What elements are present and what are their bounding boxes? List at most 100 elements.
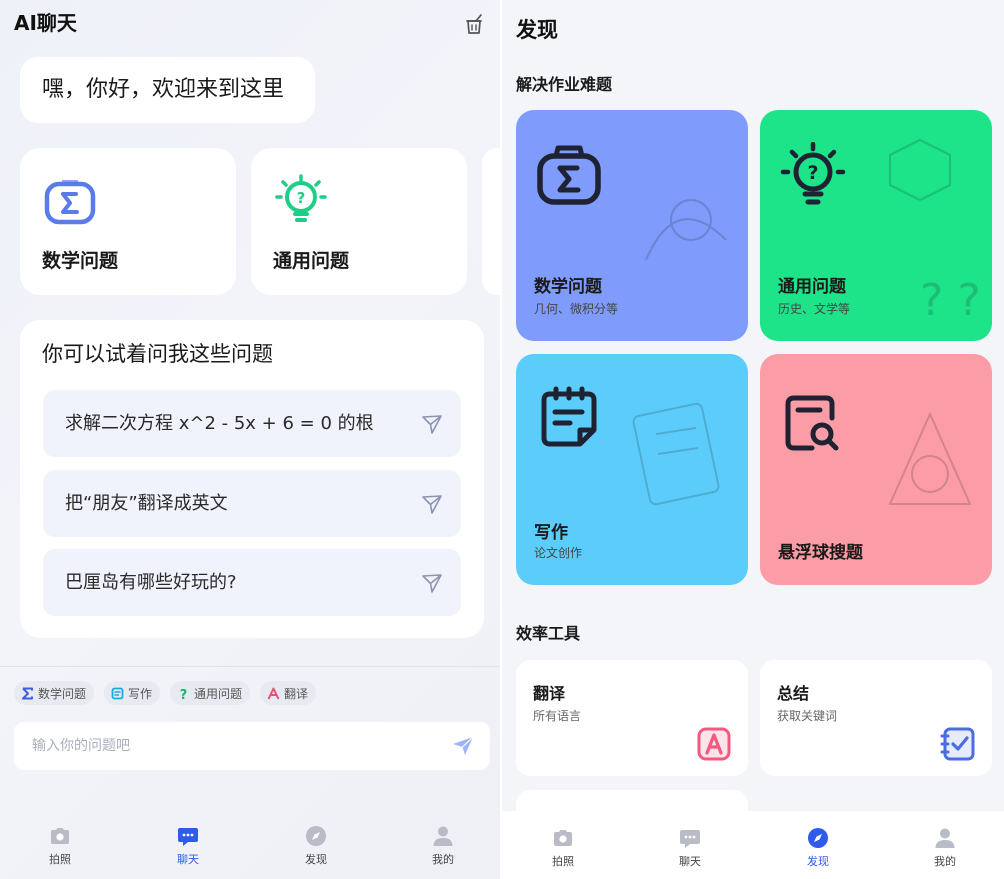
- tab-camera[interactable]: 拍照: [533, 827, 593, 869]
- card-title: 通用问题: [778, 277, 846, 297]
- translate-icon: [697, 727, 731, 761]
- suggestion-text: 求解二次方程 x^2 - 5x + 6 = 0 的根: [65, 413, 374, 434]
- svg-text:?: ?: [180, 688, 188, 700]
- bottom-tab-bar: 拍照 聊天 发现 我的: [0, 807, 500, 879]
- card-subtitle: 几何、微积分等: [534, 302, 619, 316]
- message-input-box: [14, 722, 490, 770]
- chip-label: 翻译: [284, 686, 309, 701]
- suggestion-item[interactable]: 巴厘岛有哪些好玩的?: [43, 549, 461, 616]
- sigma-camera-icon: [44, 180, 96, 225]
- section-title-tools: 效率工具: [516, 624, 581, 643]
- send-button-icon[interactable]: [452, 735, 474, 757]
- card-label: 通用问题: [273, 250, 350, 272]
- card-subtitle: 论文创作: [534, 546, 583, 560]
- compass-icon: [808, 828, 828, 848]
- section-title-homework: 解决作业难题: [516, 75, 613, 94]
- partial-card-peek[interactable]: [482, 148, 500, 295]
- tab-label: 我的: [934, 855, 956, 868]
- suggestion-item[interactable]: 求解二次方程 x^2 - 5x + 6 = 0 的根: [43, 390, 461, 457]
- tab-label: 拍照: [552, 855, 574, 868]
- sigma-icon: [22, 687, 33, 699]
- lightbulb-question-icon: ?: [780, 142, 846, 205]
- card-title: 悬浮球搜题: [778, 543, 863, 563]
- send-icon: [422, 495, 442, 514]
- question-icon: ?: [180, 688, 188, 700]
- send-icon: [422, 574, 442, 593]
- suggestion-text: 巴厘岛有哪些好玩的?: [65, 572, 237, 593]
- sigma-camera-icon: [537, 145, 601, 205]
- tab-label: 聊天: [177, 853, 199, 866]
- math-problem-card[interactable]: 数学问题 几何、微积分等: [516, 110, 748, 341]
- note-icon: [111, 687, 124, 699]
- suggestion-text: 把“朋友”翻译成英文: [65, 493, 228, 514]
- tab-profile[interactable]: 我的: [915, 827, 975, 869]
- tab-label: 拍照: [49, 853, 71, 866]
- tab-label: 聊天: [679, 855, 701, 868]
- bottom-tab-bar: 拍照 聊天 发现 我的: [502, 811, 1004, 879]
- chip-label: 通用问题: [194, 686, 243, 701]
- chat-icon: [178, 828, 198, 846]
- tool-title: 翻译: [533, 684, 566, 703]
- suggestions-panel: 你可以试着问我这些问题 求解二次方程 x^2 - 5x + 6 = 0 的根 把…: [20, 320, 484, 638]
- chip-general[interactable]: ? 通用问题: [170, 681, 251, 705]
- camera-icon: [554, 830, 572, 846]
- writing-card[interactable]: 写作 论文创作: [516, 354, 748, 585]
- card-title: 数学问题: [534, 277, 602, 297]
- tool-title: 总结: [777, 684, 810, 703]
- tool-subtitle: 获取关键词: [777, 709, 838, 723]
- quick-chips: 数学问题 写作 ? 通用问题 翻译: [14, 681, 317, 705]
- letter-a-icon: [267, 687, 280, 699]
- chip-label: 写作: [128, 686, 153, 701]
- search-document-icon: [785, 395, 839, 451]
- math-question-card[interactable]: 数学问题: [20, 148, 236, 295]
- translate-tool-card[interactable]: 翻译 所有语言: [516, 660, 748, 776]
- tab-discover[interactable]: 发现: [788, 827, 848, 869]
- chip-label: 数学问题: [38, 686, 87, 701]
- card-subtitle: 历史、文学等: [778, 302, 851, 316]
- card-label: 数学问题: [42, 250, 119, 272]
- tab-label: 发现: [807, 855, 829, 868]
- discover-screen: 发现 解决作业难题 数学问题 几何、微积分等 ? ? ? 通用问题 历史、文学等: [502, 0, 1004, 879]
- decorative-sketch-icon: [645, 199, 727, 261]
- tab-discover[interactable]: 发现: [286, 825, 346, 867]
- page-title: AI聊天: [14, 11, 77, 35]
- person-icon: [935, 828, 955, 848]
- decorative-sketch-icon: [888, 411, 972, 505]
- person-icon: [433, 826, 453, 846]
- message-input[interactable]: [32, 722, 432, 770]
- chat-header: AI聊天: [14, 10, 486, 36]
- svg-text:?: ?: [807, 162, 818, 184]
- decorative-sketch-icon: [632, 402, 720, 506]
- clear-history-icon[interactable]: [462, 12, 486, 36]
- tab-label: 我的: [432, 853, 454, 866]
- summary-tool-card[interactable]: 总结 获取关键词: [760, 660, 992, 776]
- chat-screen: AI聊天 嘿，你好，欢迎来到这里 数学问题 ? 通用问题 你可以试着问我这些问题…: [0, 0, 500, 879]
- divider: [0, 666, 500, 667]
- notepad-icon: [541, 386, 597, 447]
- page-title: 发现: [516, 18, 558, 42]
- svg-text:?: ?: [297, 189, 306, 207]
- general-question-card[interactable]: ? 通用问题: [251, 148, 467, 295]
- suggestions-title: 你可以试着问我这些问题: [42, 342, 273, 366]
- svg-text:? ?: ? ?: [920, 275, 980, 326]
- chip-writing[interactable]: 写作: [104, 681, 161, 705]
- camera-icon: [51, 828, 69, 844]
- tab-chat[interactable]: 聊天: [660, 827, 720, 869]
- card-title: 写作: [534, 523, 568, 543]
- lightbulb-question-icon: ?: [275, 174, 327, 222]
- tab-camera[interactable]: 拍照: [30, 825, 90, 867]
- suggestion-item[interactable]: 把“朋友”翻译成英文: [43, 470, 461, 537]
- tab-label: 发现: [305, 853, 327, 866]
- greeting-bubble: 嘿，你好，欢迎来到这里: [20, 57, 315, 123]
- chip-translate[interactable]: 翻译: [260, 681, 317, 705]
- tab-chat[interactable]: 聊天: [158, 825, 218, 867]
- chip-math[interactable]: 数学问题: [14, 681, 95, 705]
- floating-ball-search-card[interactable]: 悬浮球搜题: [760, 354, 992, 585]
- send-icon: [422, 415, 442, 434]
- chat-icon: [680, 830, 700, 848]
- tool-subtitle: 所有语言: [533, 709, 582, 723]
- general-problem-card[interactable]: ? ? ? 通用问题 历史、文学等: [760, 110, 992, 341]
- decorative-sketch-icon: ? ?: [889, 138, 980, 326]
- compass-icon: [306, 826, 326, 846]
- tab-profile[interactable]: 我的: [413, 825, 473, 867]
